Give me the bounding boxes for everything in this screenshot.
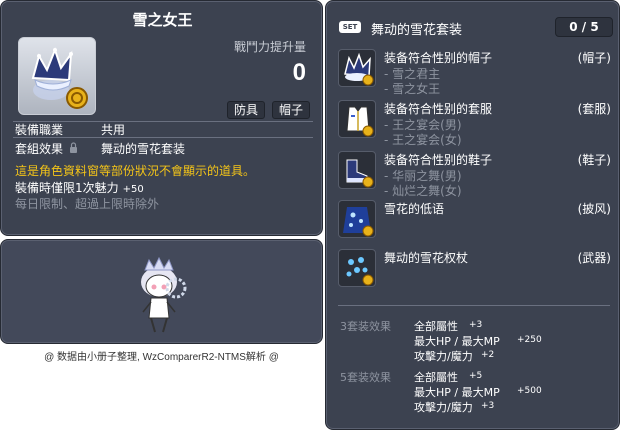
coin-icon xyxy=(66,87,88,109)
shoe-icon xyxy=(346,159,374,188)
part-title: 雪花的低语 xyxy=(384,202,445,216)
bonus-5-label: 5套装效果 xyxy=(340,371,391,384)
part-option: - 雪之女王 xyxy=(384,82,441,96)
item-tooltip-panel: 雪之女王 戰鬥力提升量 0 防具 帽子 裝備職業 共用 套組效果 舞动的雪花套装… xyxy=(0,0,323,236)
bonus-3-label: 3套装效果 xyxy=(340,320,391,333)
limit-note: 每日限制、超過上限時除外 xyxy=(15,197,160,211)
set-effect-label: 套組效果 xyxy=(15,142,64,156)
avatar-preview-panel xyxy=(0,239,323,344)
set-part-outfit: 装备符合性别的套服 (套服) - 王之宴会(男) - 王之宴会(女) xyxy=(338,100,613,148)
credits-text: @ 数据由小册子整理, WzComparerR2-NTMS解析 @ xyxy=(44,352,279,363)
set-info-panel: SET 舞动的雪花套装 0 / 5 装备符合性别的帽子 (帽子) - 雪之君主 … xyxy=(325,0,620,430)
shoes-item-icon xyxy=(338,151,376,189)
bonus-5-value-all: +5 xyxy=(469,371,483,381)
bonus-5-value-atk: +3 xyxy=(481,401,495,411)
bonus-3-stat-atk: 攻擊力/魔力 xyxy=(414,350,473,363)
snowflake-cape-icon xyxy=(343,207,374,237)
bonus-3-value-all: +3 xyxy=(469,320,483,330)
bonus-3-value-atk: +2 xyxy=(481,350,495,360)
charm-value: +50 xyxy=(122,184,144,195)
divider xyxy=(13,137,313,138)
part-type: (帽子) xyxy=(577,51,611,65)
item-name: 雪之女王 xyxy=(132,11,193,29)
job-value: 共用 xyxy=(101,123,126,137)
weapon-item-icon xyxy=(338,249,376,287)
outfit-item-icon xyxy=(338,100,376,138)
set-count: 0 / 5 xyxy=(555,17,613,37)
divider xyxy=(338,305,610,306)
set-part-shoes: 装备符合性别的鞋子 (鞋子) - 华丽之舞(男) - 灿烂之舞(女) xyxy=(338,151,613,199)
category-tag-hat: 帽子 xyxy=(272,101,311,119)
part-title: 装备符合性别的鞋子 xyxy=(384,153,493,167)
part-title: 装备符合性别的帽子 xyxy=(384,51,493,65)
part-title: 舞动的雪花权杖 xyxy=(384,251,469,265)
set-effect-value: 舞动的雪花套装 xyxy=(101,142,186,156)
charm-label: 裝備時僅限1次魅力 xyxy=(15,181,119,195)
lock-icon xyxy=(70,142,77,153)
part-option: - 王之宴会(女) xyxy=(384,133,462,147)
scepter-icon xyxy=(346,257,374,286)
suit-icon xyxy=(346,106,374,137)
crown-icon xyxy=(344,52,374,86)
set-part-weapon: 舞动的雪花权杖 (武器) xyxy=(338,249,613,289)
bonus-3-value-hpmp: +250 xyxy=(517,335,542,345)
part-option: - 灿烂之舞(女) xyxy=(384,184,462,198)
bonus-5-stat-hpmp: 最大HP / 最大MP xyxy=(414,386,500,399)
hat-item-icon xyxy=(338,49,376,87)
combat-power-value: 0 xyxy=(292,59,306,86)
bonus-5-stat-atk: 攻擊力/魔力 xyxy=(414,401,473,414)
charm-row: 裝備時僅限1次魅力 +50 xyxy=(15,179,144,196)
bonus-3-stat-all: 全部屬性 xyxy=(414,320,458,333)
set-part-hat: 装备符合性别的帽子 (帽子) - 雪之君主 - 雪之女王 xyxy=(338,49,613,97)
warning-text: 這是角色資料窗等部份狀況不會顯示的道具。 xyxy=(15,164,256,178)
cape-item-icon xyxy=(338,200,376,238)
part-title: 装备符合性别的套服 xyxy=(384,102,493,116)
bonus-5-value-hpmp: +500 xyxy=(517,386,542,396)
item-icon-frame xyxy=(18,37,96,115)
part-type: (武器) xyxy=(577,251,611,265)
category-tag-armor: 防具 xyxy=(227,101,266,119)
combat-power-label: 戰鬥力提升量 xyxy=(233,40,306,54)
set-part-cape: 雪花的低语 (披风) xyxy=(338,200,613,240)
job-label: 裝備職業 xyxy=(15,123,64,137)
character-avatar xyxy=(141,256,187,333)
bonus-5-stat-all: 全部屬性 xyxy=(414,371,458,384)
part-type: (套服) xyxy=(577,102,611,116)
set-badge: SET xyxy=(339,21,361,33)
bonus-3-stat-hpmp: 最大HP / 最大MP xyxy=(414,335,500,348)
set-name: 舞动的雪花套装 xyxy=(371,23,463,38)
part-type: (披风) xyxy=(577,202,611,216)
part-type: (鞋子) xyxy=(577,153,611,167)
